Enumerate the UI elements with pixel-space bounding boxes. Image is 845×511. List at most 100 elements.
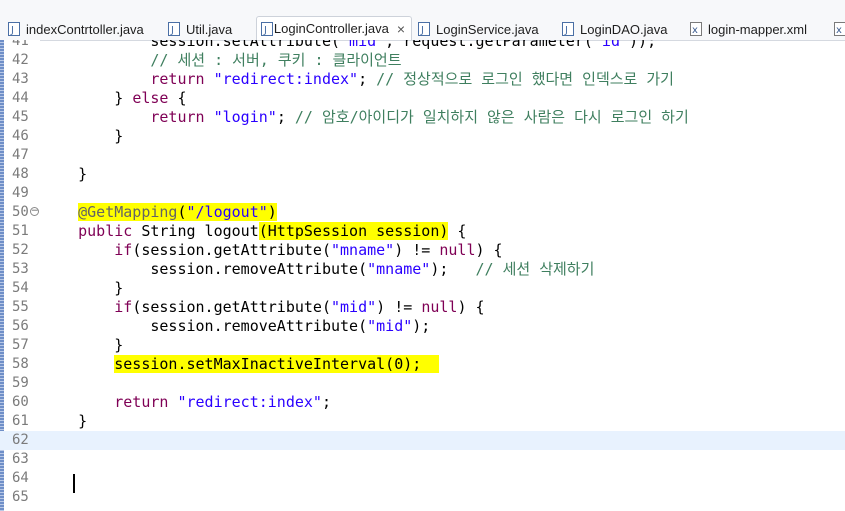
tab-label: LoginService.java (436, 21, 539, 37)
code-line[interactable]: 59 (0, 374, 845, 393)
svg-text:J: J (263, 25, 267, 36)
line-number: 45 (12, 109, 29, 125)
editor-tab-bar: J indexContrtoller.java J Util.java J Lo… (0, 0, 845, 41)
code-line[interactable]: 57 } (0, 336, 845, 355)
code-text: // 세션 : 서버, 쿠키 : 클라이언트 (150, 51, 402, 69)
text-caret (73, 474, 75, 493)
code-line[interactable]: 50− @GetMapping("/logout") (0, 203, 845, 222)
line-number: 56 (12, 318, 29, 334)
line-number: 41 (12, 40, 29, 49)
line-number: 42 (12, 52, 29, 68)
code-text: public String logout(HttpSession session… (78, 222, 467, 240)
java-file-icon: J (8, 22, 20, 36)
tab-login-dao[interactable]: J LoginDAO.java (562, 18, 667, 40)
tab-index-controller[interactable]: J indexContrtoller.java (8, 18, 144, 40)
tab-label: LoginController.java (273, 21, 389, 36)
code-text: return "redirect:index"; // 정상적으로 로그인 했다… (150, 70, 674, 88)
line-number: 64 (12, 470, 29, 486)
java-file-icon: J (418, 22, 430, 36)
code-line[interactable]: 41 session.setAttribute("mid", request.g… (0, 40, 845, 51)
code-line[interactable]: 43 return "redirect:index"; // 정상적으로 로그인… (0, 70, 845, 89)
code-line[interactable]: 44 } else { (0, 89, 845, 108)
xml-file-icon: x (690, 22, 702, 36)
code-text: } (42, 279, 124, 297)
svg-text:x: x (836, 25, 842, 36)
svg-text:J: J (10, 25, 14, 36)
code-text: } (42, 412, 88, 430)
code-text: } else { (42, 89, 187, 107)
code-line[interactable]: 64 (0, 469, 845, 488)
code-line[interactable]: 52 if(session.getAttribute("mname") != n… (0, 241, 845, 260)
code-line[interactable]: 56 session.removeAttribute("mid"); (0, 317, 845, 336)
tab-label: Util.java (186, 21, 233, 37)
tab-login-mapper[interactable]: x login-mapper.xml (690, 18, 807, 40)
code-text: session.removeAttribute("mid"); (42, 317, 431, 335)
code-line[interactable]: 54 } (0, 279, 845, 298)
svg-text:J: J (420, 25, 424, 36)
code-line[interactable]: 51 public String logout(HttpSession sess… (0, 222, 845, 241)
java-file-icon: J (168, 22, 180, 36)
xml-file-icon: x (834, 22, 845, 36)
code-line[interactable]: 49 (0, 184, 845, 203)
code-line[interactable]: 60 return "redirect:index"; (0, 393, 845, 412)
svg-text:x: x (692, 25, 698, 36)
line-number: 57 (12, 337, 29, 353)
code-line[interactable]: 53 session.removeAttribute("mname"); // … (0, 260, 845, 279)
code-line[interactable]: 65 (0, 488, 845, 507)
line-number: 58 (12, 356, 29, 372)
tab-login-service[interactable]: J LoginService.java (418, 18, 539, 40)
code-line[interactable]: 47 (0, 146, 845, 165)
line-number: 65 (12, 489, 29, 505)
code-line[interactable]: 48 } (0, 165, 845, 184)
line-number: 49 (12, 185, 29, 201)
code-text: } (42, 127, 124, 145)
svg-text:J: J (170, 25, 174, 36)
code-line[interactable]: 55 if(session.getAttribute("mid") != nul… (0, 298, 845, 317)
code-text: return "redirect:index"; (114, 393, 331, 411)
line-number: 46 (12, 128, 29, 144)
code-text: session.setAttribute("mid", request.getP… (42, 40, 657, 50)
line-number: 62 (12, 432, 29, 448)
tab-label: indexContrtoller.java (26, 21, 144, 37)
line-number: 59 (12, 375, 29, 391)
yellow-highlight: @GetMapping("/logout") (78, 203, 277, 221)
fold-toggle-icon[interactable]: − (30, 207, 39, 216)
code-text: if(session.getAttribute("mname") != null… (114, 241, 503, 259)
code-text: session.removeAttribute("mname"); // 세션 … (42, 260, 595, 278)
yellow-highlight: session.setMaxInactiveInterval(0); (114, 355, 440, 373)
line-number: 43 (12, 71, 29, 87)
code-text: } (42, 165, 88, 183)
svg-text:J: J (564, 25, 568, 36)
code-line[interactable]: 63 (0, 450, 845, 469)
java-file-icon: J (261, 21, 273, 36)
code-text: } (42, 336, 124, 354)
tab-util[interactable]: J Util.java (168, 18, 232, 40)
code-line[interactable]: 58 session.setMaxInactiveInterval(0); (0, 355, 845, 374)
line-number: 55 (12, 299, 29, 315)
code-line[interactable]: 45 return "login"; // 암호/아이디가 일치하지 않은 사람… (0, 108, 845, 127)
line-number: 61 (12, 413, 29, 429)
code-line[interactable]: 46 } (0, 127, 845, 146)
close-icon[interactable]: × (397, 21, 405, 37)
code-text: @GetMapping("/logout") (42, 203, 277, 222)
code-text: return "login"; // 암호/아이디가 일치하지 않은 사람은 다… (150, 108, 689, 126)
line-number: 48 (12, 166, 29, 182)
line-number: 63 (12, 451, 29, 467)
code-editor[interactable]: 41 session.setAttribute("mid", request.g… (0, 40, 845, 511)
line-number: 60 (12, 394, 29, 410)
code-text: if(session.getAttribute("mid") != null) … (114, 298, 485, 316)
code-text: session.setMaxInactiveInterval(0); (42, 355, 440, 374)
java-file-icon: J (562, 22, 574, 36)
line-number: 51 (12, 223, 29, 239)
yellow-highlight: (HttpSession session) (258, 222, 449, 240)
tab-overflow[interactable]: x (834, 18, 845, 40)
code-line[interactable]: 61 } (0, 412, 845, 431)
tab-label: LoginDAO.java (580, 21, 668, 37)
code-line[interactable]: 42 // 세션 : 서버, 쿠키 : 클라이언트 (0, 51, 845, 70)
line-number: 47 (12, 147, 29, 163)
line-number: 54 (12, 280, 29, 296)
tab-login-controller[interactable]: J LoginController.java × (256, 16, 412, 40)
line-number: 44 (12, 90, 29, 106)
code-line[interactable]: 62 (0, 431, 845, 450)
line-number: 53 (12, 261, 29, 277)
